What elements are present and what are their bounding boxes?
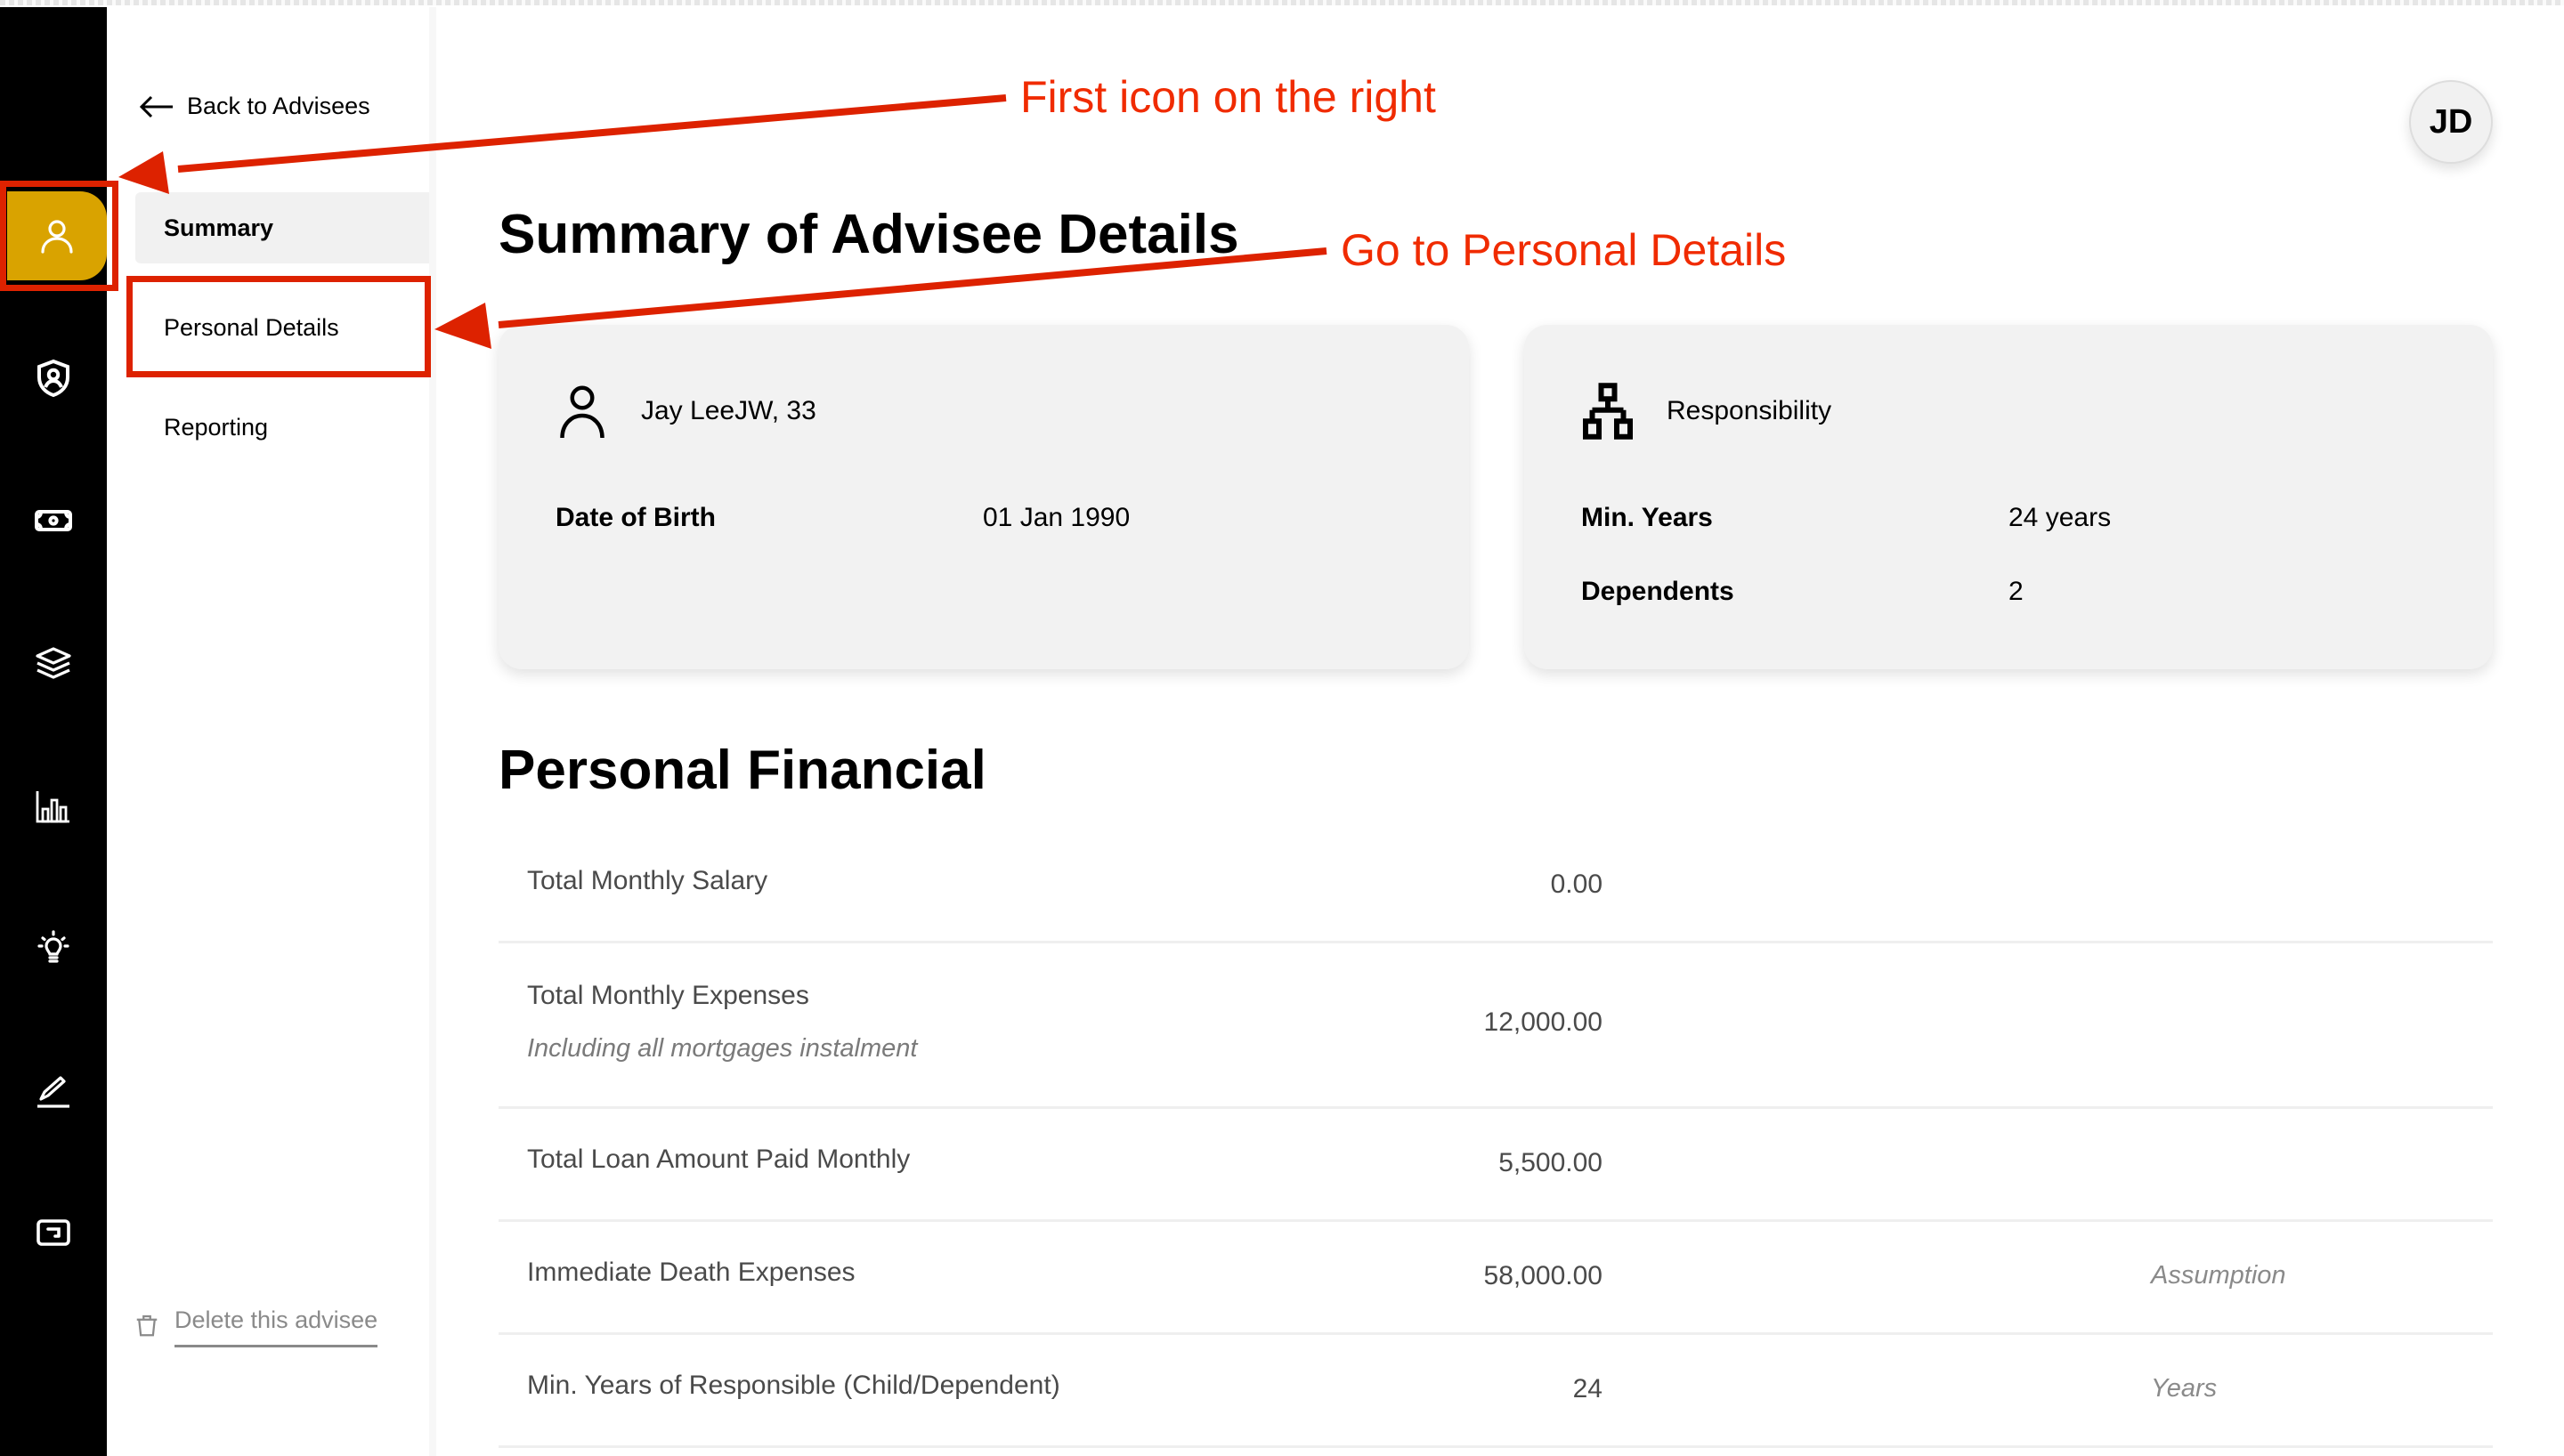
back-to-advisees-link[interactable]: Back to Advisees	[139, 93, 370, 120]
pen-icon	[37, 1076, 69, 1108]
bar-chart-icon	[36, 791, 69, 823]
annotation-arrowhead	[434, 303, 491, 349]
annotation-label-personal-details: Go to Personal Details	[1341, 225, 1787, 275]
nav-item-label: Reporting	[164, 413, 269, 441]
row-value: 0.00	[1550, 870, 1602, 899]
rail-item-portfolio[interactable]	[0, 619, 107, 708]
row-label: Total Loan Amount Paid Monthly	[527, 1145, 911, 1174]
row-label: Min. Years of Responsible (Child/Depende…	[527, 1371, 1060, 1400]
responsibility-card: Responsibility Min. Years 24 years Depen…	[1524, 325, 2493, 669]
row-label: Immediate Death Expenses	[527, 1258, 856, 1287]
nav-item-personal-details[interactable]: Personal Details	[135, 292, 429, 363]
field-label: Min. Years	[1581, 503, 1713, 532]
row-value: 5,500.00	[1498, 1148, 1602, 1177]
rail-item-finance[interactable]	[0, 476, 107, 565]
person-heading: Jay LeeJW, 33	[641, 396, 816, 425]
table-row: Total Loan Amount Paid Monthly 5,500.00	[499, 1109, 2493, 1222]
dependents-field: Dependents 2	[1581, 577, 2024, 607]
row-sublabel: Including all mortgages instalment	[527, 1034, 918, 1063]
dob-field: Date of Birth 01 Jan 1990	[556, 503, 1130, 533]
nav-item-label: Personal Details	[164, 313, 339, 341]
field-label: Dependents	[1581, 577, 1734, 606]
financial-table: Total Monthly Salary 0.00 Total Monthly …	[499, 834, 2493, 1448]
nav-item-summary[interactable]: Summary	[135, 192, 429, 263]
icon-rail	[0, 7, 107, 1456]
money-icon	[35, 510, 72, 531]
layers-icon	[36, 647, 71, 679]
rail-item-logout[interactable]	[0, 1188, 107, 1277]
section-title-personal-financial: Personal Financial	[499, 740, 986, 801]
nav-item-label: Summary	[164, 214, 274, 241]
rail-item-notes[interactable]	[0, 1046, 107, 1135]
shield-user-icon	[37, 359, 69, 398]
trash-icon	[136, 1314, 158, 1337]
user-icon	[560, 385, 604, 439]
table-row: Immediate Death Expenses 58,000.00 Assum…	[499, 1222, 2493, 1335]
min-years-field: Min. Years 24 years	[1581, 503, 2111, 533]
back-label: Back to Advisees	[187, 93, 370, 119]
exit-box-icon	[37, 1219, 70, 1246]
user-icon	[41, 220, 73, 254]
rail-item-advisee[interactable]	[7, 191, 107, 280]
nav-item-reporting[interactable]: Reporting	[135, 392, 429, 463]
delete-label: Delete this advisee	[174, 1306, 378, 1347]
annotation-label-first-icon: First icon on the right	[1020, 72, 1436, 122]
rail-item-reports[interactable]	[0, 761, 107, 850]
table-row: Total Monthly Expenses Including all mor…	[499, 943, 2493, 1109]
row-note: Years	[2151, 1374, 2218, 1403]
field-value: 24 years	[2008, 503, 2112, 532]
field-value: 2	[2008, 577, 2024, 606]
arrow-left-icon	[139, 95, 173, 117]
secondary-nav: Back to Advisees Summary Personal Detail…	[107, 7, 436, 1456]
row-label: Total Monthly Salary	[527, 866, 768, 895]
table-row: Total Monthly Salary 0.00	[499, 834, 2493, 943]
row-label: Total Monthly Expenses	[527, 981, 809, 1010]
row-value: 58,000.00	[1483, 1261, 1602, 1290]
lightbulb-icon	[37, 930, 69, 963]
hierarchy-icon	[1583, 383, 1633, 440]
row-value: 24	[1572, 1374, 1602, 1403]
field-value: 01 Jan 1990	[983, 503, 1131, 532]
responsibility-heading: Responsibility	[1667, 396, 1832, 425]
rail-item-insights[interactable]	[0, 903, 107, 992]
rail-item-protection[interactable]	[0, 334, 107, 423]
user-avatar[interactable]: JD	[2409, 80, 2493, 164]
page-title: Summary of Advisee Details	[499, 204, 1239, 265]
row-note: Assumption	[2151, 1261, 2286, 1290]
person-card: Jay LeeJW, 33 Date of Birth 01 Jan 1990	[499, 325, 1469, 669]
delete-advisee-button[interactable]: Delete this advisee	[134, 1306, 378, 1347]
top-border	[0, 0, 2564, 5]
table-row: Min. Years of Responsible (Child/Depende…	[499, 1335, 2493, 1448]
row-value: 12,000.00	[1483, 1007, 1602, 1037]
field-label: Date of Birth	[556, 503, 716, 532]
